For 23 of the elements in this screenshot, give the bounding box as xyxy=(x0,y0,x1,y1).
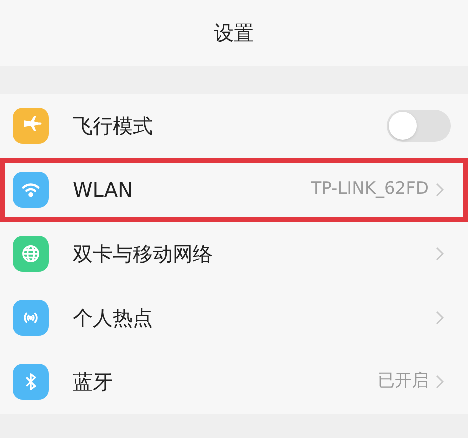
chevron-icon xyxy=(435,374,445,390)
settings-row[interactable]: 蓝牙 已开启 xyxy=(0,350,468,414)
row-label: WLAN xyxy=(73,177,134,204)
settings-row[interactable]: 双卡与移动网络 xyxy=(0,222,468,286)
toggle-switch[interactable] xyxy=(387,110,451,142)
row-label: 个人热点 xyxy=(73,305,153,332)
row-label: 双卡与移动网络 xyxy=(73,241,213,268)
hotspot-icon xyxy=(13,300,49,336)
globe-icon xyxy=(13,236,49,272)
row-label: 飞行模式 xyxy=(73,113,153,140)
settings-row[interactable]: WLAN TP-LINK_62FD xyxy=(0,158,468,222)
chevron-icon xyxy=(435,246,445,262)
settings-row[interactable]: 个人热点 xyxy=(0,286,468,350)
wifi-icon xyxy=(13,172,49,208)
settings-row[interactable]: 飞行模式 xyxy=(0,94,468,158)
row-value: TP-LINK_62FD xyxy=(311,178,429,202)
airplane-icon xyxy=(13,108,49,144)
chevron-icon xyxy=(435,310,445,326)
chevron-icon xyxy=(435,182,445,198)
page-title: 设置 xyxy=(214,20,254,47)
row-value: 已开启 xyxy=(378,370,429,394)
bluetooth-icon xyxy=(13,364,49,400)
row-label: 蓝牙 xyxy=(73,369,113,396)
